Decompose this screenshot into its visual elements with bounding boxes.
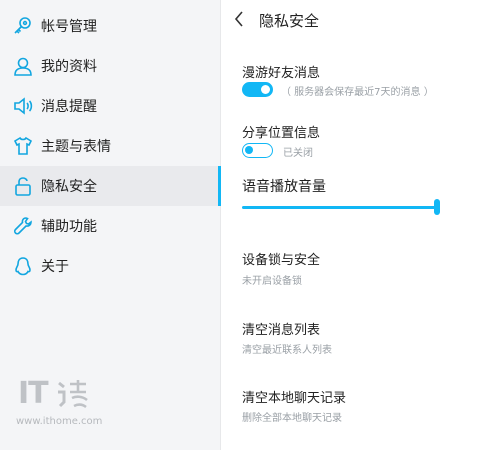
clear-chat-history-desc: 删除全部本地聊天记录 <box>242 413 342 424</box>
ithome-watermark: IT www.ithome.com <box>16 376 102 427</box>
sidebar-item-theme[interactable]: 主题与表情 <box>0 126 221 166</box>
share-location-toggle[interactable] <box>242 143 273 158</box>
sidebar: 帐号管理 我的资料 消息提醒 主题与表情 隐私安全 辅助功能 关于 IT www… <box>0 0 221 450</box>
share-location-label: 分享位置信息 <box>242 126 321 141</box>
sidebar-item-label: 隐私安全 <box>41 179 97 195</box>
share-location-status: 已关闭 <box>283 148 313 159</box>
page-title: 隐私安全 <box>259 12 320 30</box>
clear-chat-history-label: 清空本地聊天记录 <box>242 391 347 406</box>
chevron-left-icon <box>234 11 243 27</box>
sidebar-item-about[interactable]: 关于 <box>0 246 221 286</box>
roaming-messages-note: （ 服务器会保存最近7天的消息 ） <box>281 87 434 98</box>
user-icon <box>12 55 34 77</box>
watermark-url: www.ithome.com <box>16 416 103 427</box>
speaker-icon <box>12 95 34 117</box>
sidebar-item-label: 帐号管理 <box>41 19 97 35</box>
watermark-logo: IT <box>18 376 49 411</box>
sidebar-item-label: 消息提醒 <box>41 99 97 115</box>
sidebar-item-label: 辅助功能 <box>41 219 97 235</box>
privacy-panel: 隐私安全 漫游好友消息 （ 服务器会保存最近7天的消息 ） 分享位置信息 已关闭… <box>221 0 500 450</box>
sidebar-item-privacy[interactable]: 隐私安全 <box>0 166 221 206</box>
sidebar-item-label: 关于 <box>41 259 69 275</box>
roaming-messages-label: 漫游好友消息 <box>242 66 321 81</box>
sidebar-item-notifications[interactable]: 消息提醒 <box>0 86 221 126</box>
roaming-messages-toggle[interactable] <box>242 82 273 97</box>
voice-volume-slider[interactable] <box>242 206 439 209</box>
tshirt-icon <box>12 135 34 157</box>
sidebar-item-accessibility[interactable]: 辅助功能 <box>0 206 221 246</box>
lock-icon <box>12 175 34 197</box>
clear-message-list-label: 清空消息列表 <box>242 323 321 338</box>
clear-message-list-desc: 清空最近联系人列表 <box>242 345 332 356</box>
device-lock-label: 设备锁与安全 <box>242 253 321 268</box>
back-button[interactable] <box>231 8 247 30</box>
sidebar-item-profile[interactable]: 我的资料 <box>0 46 221 86</box>
toggle-knob <box>261 85 270 94</box>
sidebar-item-account[interactable]: 帐号管理 <box>0 6 221 46</box>
voice-volume-slider-handle[interactable] <box>434 199 440 215</box>
toggle-knob <box>245 146 253 154</box>
watermark-logo-glyph <box>58 380 88 409</box>
penguin-icon <box>12 255 34 277</box>
device-lock-status: 未开启设备锁 <box>242 276 302 287</box>
sidebar-item-label: 我的资料 <box>41 59 97 75</box>
settings-window: 帐号管理 我的资料 消息提醒 主题与表情 隐私安全 辅助功能 关于 IT www… <box>0 0 500 450</box>
voice-volume-label: 语音播放音量 <box>242 179 326 195</box>
wrench-icon <box>12 215 34 237</box>
key-icon <box>12 15 34 37</box>
sidebar-item-label: 主题与表情 <box>41 139 111 155</box>
